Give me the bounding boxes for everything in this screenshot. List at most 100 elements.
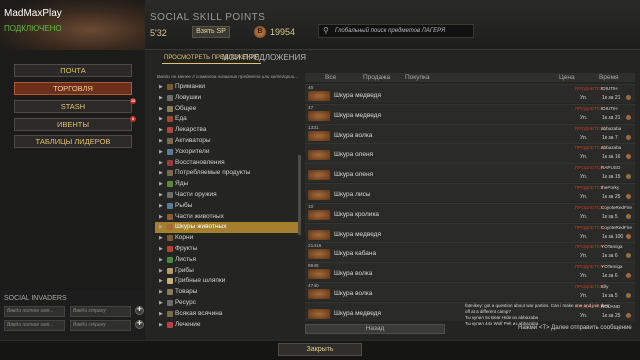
expand-arrow-icon[interactable]: ▶ [159,266,163,276]
listing-row[interactable]: 47 Шкура медведя ПРОДАЕТСЯ IDIUTIH Уп. 1к за … [305,103,635,123]
expand-arrow-icon[interactable]: ▶ [159,233,163,243]
category-item[interactable]: ▶ Рыбы [155,201,300,211]
close-button[interactable]: Закрыть [278,343,362,356]
expand-arrow-icon[interactable]: ▶ [159,104,163,114]
expand-arrow-icon[interactable]: ▶ [159,179,163,189]
expand-arrow-icon[interactable]: ▶ [159,190,163,200]
expand-arrow-icon[interactable]: ▶ [159,158,163,168]
listing-price: 1к за 6 [602,253,618,260]
menu-button[interactable]: ИВЕНТЫ [14,118,132,131]
listing-row[interactable]: 4740 Шкура волка ПРОДАЕТСЯ Elly Уп. 1к за 5 [305,282,635,302]
col-time[interactable]: Время [599,74,619,81]
listing-row[interactable]: Шкура оленя ПРОДАЕТСЯ abbazaba Уп. 1к за 16 [305,143,635,163]
expand-arrow-icon[interactable]: ▶ [159,114,163,124]
col-all[interactable]: Все [325,74,336,81]
category-label: Рыбы [175,201,193,209]
category-item[interactable]: ▶ Части животных [155,212,300,222]
listing-row[interactable]: Шкура медведя ПРОДАЕТСЯ CoyoteRedFire Уп. 1к… [305,222,635,242]
expand-arrow-icon[interactable]: ▶ [159,147,163,157]
global-search-input[interactable]: ⚲ Глобальный поиск предметов ЛАГЕРЯ [318,24,474,38]
hide-item-icon [308,150,330,161]
col-buy[interactable]: Покупка [405,74,430,81]
coin-icon [626,154,631,160]
listing-seller: YOTamiga [601,264,623,270]
expand-arrow-icon[interactable]: ▶ [159,298,163,308]
category-item[interactable]: ▶ Еда [155,114,300,124]
notification-badge: 8 [130,116,136,122]
listing-row[interactable]: 21416 Шкура кабана ПРОДАЕТСЯ YOTamiga Уп. 1к … [305,242,635,262]
category-item[interactable]: ▶ Ловушки [155,93,300,103]
listing-row[interactable]: 10 Шкура кролика ПРОДАЕТСЯ CoyoteRedFire Уп.… [305,202,635,222]
listing-seller: abbazaba [601,125,622,131]
expand-arrow-icon[interactable]: ▶ [159,168,163,178]
country-field[interactable]: Введи страну [70,306,131,317]
category-item[interactable]: ▶ Товары [155,287,300,297]
tab-my-offers[interactable]: МОИ ПРЕДЛОЖЕНИЯ [222,53,306,62]
expand-arrow-icon[interactable]: ▶ [159,276,163,286]
listing-row[interactable]: 1331 Шкура волка ПРОДАЕТСЯ abbazaba Уп. 1к за… [305,123,635,143]
player-name-field[interactable]: Введи полное имя... [4,320,65,331]
category-tree: ▶ Приманки ▶ Ловушки ▶ Общее ▶ Еда ▶ Лекарства ▶ Ак… [155,82,300,356]
listing-row[interactable]: 40 Шкура медведя ПРОДАЕТСЯ IDIUTIH Уп. 1к за … [305,84,635,104]
category-scrollbar[interactable] [298,155,301,235]
category-item[interactable]: ▶ Приманки [155,82,300,92]
category-item[interactable]: ▶ Шкуры животных [155,222,300,233]
expand-arrow-icon[interactable]: ▶ [159,287,163,297]
chat-input[interactable]: Нажми <T> Далее отправить сообщение [518,325,638,334]
add-invader-icon[interactable]: ✚ [135,320,144,329]
category-icon [167,256,173,263]
expand-arrow-icon[interactable]: ▶ [159,82,163,92]
expand-arrow-icon[interactable]: ▶ [159,212,163,222]
listing-row[interactable]: Шкура лисы ПРОДАЕТСЯ thePorky Уп. 1к за 25 [305,183,635,203]
expand-arrow-icon[interactable]: ▶ [159,255,163,265]
search-placeholder: Глобальный поиск предметов ЛАГЕРЯ [335,28,446,34]
menu-button[interactable]: STASH [14,100,132,113]
expand-arrow-icon[interactable]: ▶ [159,125,163,135]
expand-arrow-icon[interactable]: ▶ [159,320,163,330]
category-item[interactable]: ▶ Восстановления [155,158,300,168]
listing-pack: Уп. [580,293,588,299]
menu-button[interactable]: ТОРГОВЛЯ [14,82,132,95]
category-item[interactable]: ▶ Части оружия [155,190,300,200]
category-item[interactable]: ▶ Всякая всячина [155,309,300,319]
category-item[interactable]: ▶ Потребляемые продукты [155,168,300,178]
listing-row[interactable]: Шкура оленя ПРОДАЕТСЯ RAPUSO Уп. 1к за 15 [305,163,635,183]
category-item[interactable]: ▶ Общее [155,104,300,114]
category-item[interactable]: ▶ Яды [155,179,300,189]
menu-button[interactable]: ПОЧТА [14,64,132,77]
category-item[interactable]: ▶ Ресурс [155,298,300,308]
add-invader-icon[interactable]: ✚ [135,306,144,315]
category-item[interactable]: ▶ Фрукты [155,244,300,254]
category-item[interactable]: ▶ Ускорители [155,147,300,157]
listing-type: ПРОДАЕТСЯ [575,244,604,250]
listing-price: 1к за 21 [602,95,621,101]
expand-arrow-icon[interactable]: ▶ [159,309,163,319]
listing-pack: Уп. [580,114,588,121]
category-label: Ускорители [175,147,210,155]
hide-item-icon [308,130,330,141]
col-sell[interactable]: Продажа [363,74,390,81]
category-item[interactable]: ▶ Корни [155,233,300,243]
take-sp-button[interactable]: Взять SP [192,26,230,38]
menu-button[interactable]: ТАБЛИЦЫ ЛИДЕРОВ [14,135,132,148]
listing-row[interactable]: 6945 Шкура волка ПРОДАЕТСЯ YOTamiga Уп. 1к за… [305,262,635,282]
back-button[interactable]: Назад [305,324,445,334]
expand-arrow-icon[interactable]: ▶ [159,136,163,146]
country-field[interactable]: Введи страну [70,320,131,331]
col-price[interactable]: Цена [559,74,575,81]
player-name-field[interactable]: Введи полное имя... [4,306,65,317]
category-item[interactable]: ▶ Листья [155,255,300,265]
category-item[interactable]: ▶ Лекарства [155,125,300,135]
expand-arrow-icon[interactable]: ▶ [159,244,163,254]
category-item[interactable]: ▶ Лечение [155,320,300,330]
expand-arrow-icon[interactable]: ▶ [159,93,163,103]
social-skill-points-value: 5'32 [150,28,167,38]
coin-icon [626,174,631,180]
coin-icon [626,114,631,120]
listing-seller: abbazaba [601,145,622,151]
expand-arrow-icon[interactable]: ▶ [159,222,163,232]
category-item[interactable]: ▶ Грибы [155,266,300,276]
category-item[interactable]: ▶ Активаторы [155,136,300,146]
category-item[interactable]: ▶ Грибные шляпки [155,276,300,286]
expand-arrow-icon[interactable]: ▶ [159,201,163,211]
